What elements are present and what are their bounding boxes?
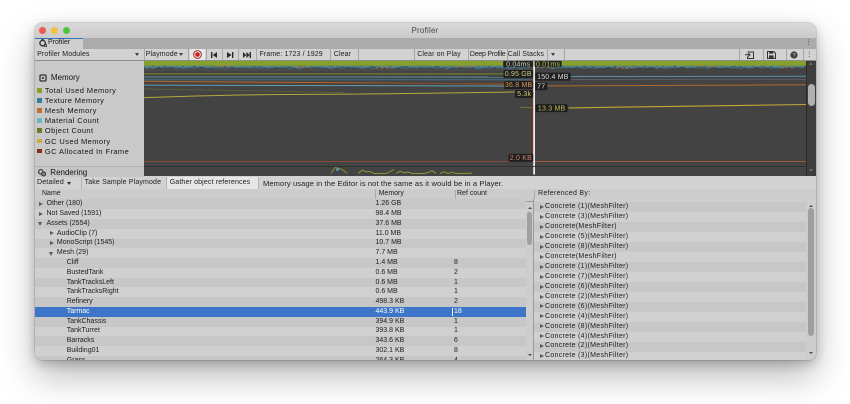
svg-text:2.0 KB: 2.0 KB [509, 155, 531, 162]
svg-text:5.3k: 5.3k [517, 91, 531, 98]
svg-text:0.95 GB: 0.95 GB [504, 71, 531, 78]
svg-text:150.4 MB: 150.4 MB [537, 74, 569, 81]
svg-text:0.04ms: 0.04ms [506, 62, 530, 69]
svg-text:0.01ms: 0.01ms [536, 62, 560, 69]
svg-text:?: ? [792, 53, 795, 59]
svg-text:36.8 MB: 36.8 MB [504, 82, 532, 89]
svg-text:77: 77 [537, 84, 545, 91]
svg-text:13.3 MB: 13.3 MB [537, 106, 565, 113]
